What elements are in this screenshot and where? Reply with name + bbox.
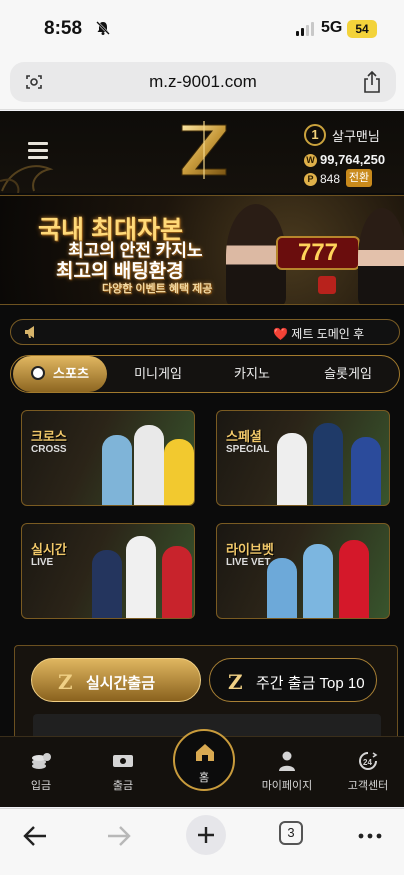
bottom-nav: 입금 출금 홈 마이페이지 24 고객센터: [0, 729, 404, 807]
bell-off-icon: [96, 21, 110, 35]
card-title: 스페셜: [226, 429, 262, 444]
user-icon: [279, 751, 295, 771]
signal-icon: [296, 22, 314, 36]
player-image: [277, 433, 307, 505]
svg-text:24: 24: [363, 758, 372, 767]
card-subtitle: SPECIAL: [226, 444, 270, 455]
tab-casino[interactable]: 카지노: [207, 356, 297, 392]
address-bar[interactable]: m.z-9001.com: [10, 62, 396, 102]
balance-amount: 99,764,250: [320, 152, 386, 167]
battery-indicator: 54: [347, 20, 377, 38]
game-card-cross[interactable]: 크로스 CROSS: [21, 410, 195, 506]
player-image: [164, 439, 194, 505]
point-coin-icon: P: [304, 173, 317, 186]
tab-sports[interactable]: 스포츠: [13, 356, 107, 392]
plus-icon: [198, 827, 214, 843]
nav-support[interactable]: 24 고객센터: [333, 751, 403, 793]
live-withdraw-button[interactable]: Z 실시간출금: [31, 658, 201, 702]
card-subtitle: CROSS: [31, 444, 67, 455]
forward-arrow-icon[interactable]: [104, 821, 134, 851]
status-time: 8:58: [44, 18, 83, 39]
z-logo[interactable]: [176, 119, 232, 181]
category-tabs: 스포츠 미니게임 카지노 슬롯게임: [10, 355, 400, 393]
card-title: 실시간: [31, 542, 67, 557]
new-tab-button[interactable]: [186, 815, 226, 855]
soccer-ball-icon: [31, 366, 46, 380]
game-card-live[interactable]: 실시간 LIVE: [21, 523, 195, 619]
site-header: 1 살구맨님 W 99,764,250 P 848 전환: [0, 111, 404, 193]
card-title: 크로스: [31, 429, 67, 444]
player-image: [313, 423, 343, 505]
player-image: [92, 550, 122, 618]
support-24-icon: 24: [359, 752, 378, 770]
weekly-top-button[interactable]: Z 주간 출금 Top 10: [209, 658, 377, 702]
share-icon[interactable]: [362, 70, 382, 94]
coins-icon: [32, 753, 51, 769]
card-subtitle: LIVE VET: [226, 557, 271, 568]
more-icon[interactable]: [356, 821, 386, 851]
home-icon: [196, 744, 214, 761]
browser-address-area: m.z-9001.com: [0, 56, 404, 110]
url-text[interactable]: m.z-9001.com: [10, 72, 396, 92]
weekly-top-label: 주간 출금 Top 10: [256, 675, 365, 692]
game-card-livebet[interactable]: 라이브벳 LIVE VET: [216, 523, 390, 619]
z-icon: Z: [58, 670, 73, 694]
promo-banner[interactable]: 국내 최대자본 최고의 안전 카지노 최고의 배팅환경 다양한 이벤트 혜택 제…: [0, 195, 404, 305]
points-amount: 848: [320, 172, 341, 186]
browser-toolbar: 3: [0, 808, 404, 875]
site-content: 1 살구맨님 W 99,764,250 P 848 전환 국내 최대자본 최고의…: [0, 111, 404, 807]
username[interactable]: 살구맨님: [332, 126, 380, 145]
back-arrow-icon[interactable]: [20, 821, 50, 851]
banner-line-3: 최고의 배팅환경: [56, 261, 184, 282]
notice-text: ❤️ 제트 도메인 후: [273, 327, 365, 341]
ornament-swirl-icon: [0, 165, 54, 193]
network-type: 5G: [321, 19, 343, 36]
live-withdraw-label: 실시간출금: [86, 675, 156, 692]
cash-icon: [113, 755, 133, 767]
z-icon: Z: [228, 670, 243, 694]
nav-mypage[interactable]: 마이페이지: [252, 751, 322, 793]
home-label: 홈: [198, 772, 210, 784]
dice-graphic: [318, 276, 336, 294]
won-coin-icon: W: [304, 154, 317, 167]
player-image: [267, 558, 297, 618]
tab-slot[interactable]: 슬롯게임: [299, 356, 397, 392]
megaphone-icon: [25, 326, 34, 338]
player-image: [303, 544, 333, 618]
player-image: [102, 435, 132, 505]
player-image: [351, 437, 381, 505]
player-image: [162, 546, 192, 618]
nav-home[interactable]: 홈: [173, 729, 235, 791]
slot-machine-graphic: 777: [276, 236, 360, 270]
game-card-special[interactable]: 스페셜 SPECIAL: [216, 410, 390, 506]
player-image: [134, 425, 164, 505]
nav-withdraw[interactable]: 출금: [88, 751, 158, 793]
tabs-overview-button[interactable]: 3: [279, 821, 303, 845]
tab-minigame[interactable]: 미니게임: [111, 356, 205, 392]
status-bar: 8:58 5G 54: [0, 0, 404, 56]
card-title: 라이브벳: [226, 542, 274, 557]
nav-deposit[interactable]: 입금: [6, 751, 76, 793]
card-subtitle: LIVE: [31, 557, 54, 568]
convert-button[interactable]: 전환: [346, 169, 372, 187]
player-image: [126, 536, 156, 618]
banner-model-image-2: [358, 208, 404, 304]
notice-bar[interactable]: ❤️ 제트 도메인 후: [10, 319, 400, 345]
player-image: [339, 540, 369, 618]
level-badge: 1: [304, 124, 326, 146]
banner-line-4: 다양한 이벤트 혜택 제공: [102, 283, 213, 295]
